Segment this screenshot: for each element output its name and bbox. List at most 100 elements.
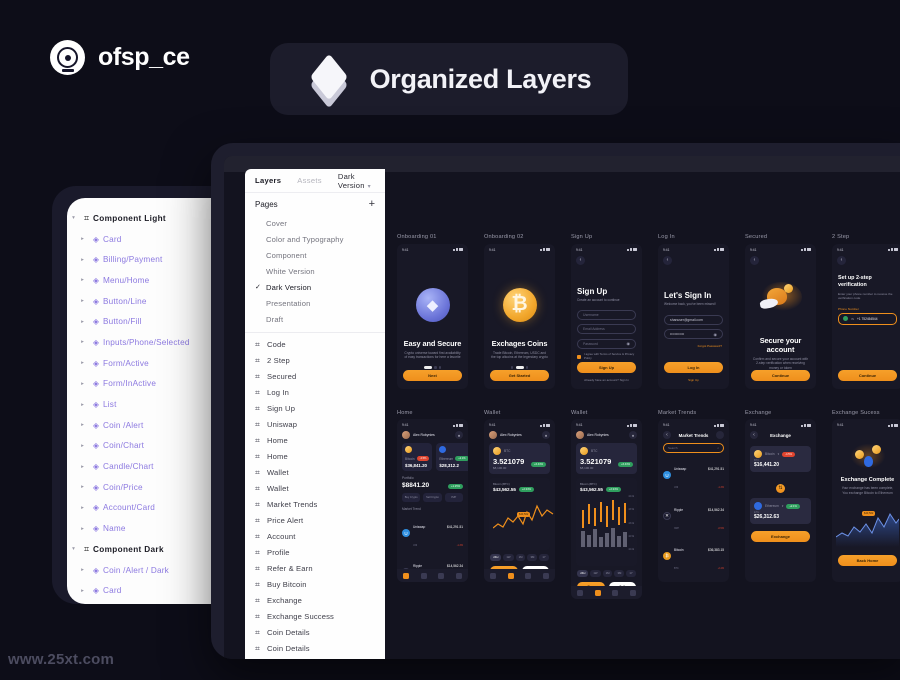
action-button[interactable]: Sell Crypto	[423, 493, 442, 502]
chevron-icon[interactable]: ▾	[67, 215, 80, 221]
tab-trends-icon[interactable]	[438, 572, 445, 579]
page-row[interactable]: ✓White Version	[245, 263, 385, 279]
chevron-icon[interactable]: ▸	[76, 505, 89, 511]
tab-profile-icon[interactable]	[456, 572, 463, 579]
range-option[interactable]: 24H	[490, 554, 502, 561]
tab-wallet-icon[interactable]	[507, 572, 514, 579]
chevron-down-icon[interactable]: ▾	[778, 452, 780, 456]
range-option[interactable]: 1W	[590, 570, 601, 577]
email-field[interactable]: shanuser@gmail.com	[664, 314, 723, 325]
page-row[interactable]: ✓Cover	[245, 215, 385, 231]
layer-row[interactable]: ⌗ Price Alert	[245, 512, 385, 528]
tab-bar[interactable]	[484, 569, 555, 582]
tab-profile-icon[interactable]	[543, 572, 550, 579]
screen-sign-up[interactable]: Sign Up 9:41 ‹ Sign Up Create an account…	[571, 234, 642, 389]
layer-row[interactable]: ⌗ Refer & Earn	[245, 560, 385, 576]
consent-checkbox[interactable]: I agree with Terms of Service & Privacy …	[577, 352, 636, 361]
tab-wallet-icon[interactable]	[594, 589, 601, 596]
screen-wallet-1[interactable]: Wallet 9:41 Alex Robynies ♦ BTC 3.521079…	[484, 410, 555, 600]
screen-secured[interactable]: Secured 9:41 ‹ Secure your account Confi…	[745, 234, 816, 389]
range-selector[interactable]: 24H 1W 1M 3M 1Y	[571, 570, 642, 577]
layer-row[interactable]: ⌗ Secured	[245, 368, 385, 384]
footer-link[interactable]: Sign Up	[658, 378, 729, 382]
chevron-icon[interactable]: ▸	[76, 339, 89, 345]
version-selector[interactable]: Dark Version ▾	[338, 172, 375, 190]
chevron-icon[interactable]: ▸	[76, 277, 89, 283]
page-row[interactable]: ✓Component	[245, 247, 385, 263]
chevron-icon[interactable]: ▸	[76, 402, 89, 408]
chevron-icon[interactable]: ▸	[76, 257, 89, 263]
page-row[interactable]: ✓ Dark Version	[245, 279, 385, 295]
screen-exchange-success[interactable]: Exchange Sucess 9:41 Exchange Complete Y…	[832, 410, 900, 600]
tab-profile-icon[interactable]	[630, 589, 637, 596]
layer-row[interactable]: ⌗ Wallet	[245, 464, 385, 480]
market-row[interactable]: U Uniswap UNI $41,291.51 -1.3%	[402, 515, 463, 551]
coin-row[interactable]: U Uniswap UNI $41,291.51 -1.3%	[658, 455, 729, 495]
exchange-from-card[interactable]: Bitcoin ▾ -4.5% BTC $16,441.20	[750, 446, 811, 472]
add-page-icon[interactable]: +	[369, 198, 375, 210]
tab-bar[interactable]	[571, 586, 642, 599]
layer-row[interactable]: ⌗ Home	[245, 432, 385, 448]
chevron-down-icon[interactable]: ▾	[782, 504, 784, 508]
cta-button[interactable]: Sign Up	[577, 361, 636, 373]
coin-row[interactable]: ◆EthereumETH$14,562.34-1.1%	[658, 576, 729, 582]
page-row[interactable]: ✓Color and Typography	[245, 231, 385, 247]
chevron-icon[interactable]: ▸	[76, 526, 89, 532]
screen-onboarding-02[interactable]: Onboarding 02 9:41 Exchages Coins Trade …	[484, 234, 555, 389]
layer-row[interactable]: ⌗ Exchange	[245, 592, 385, 608]
cta-button[interactable]: Continue	[838, 369, 897, 381]
layer-row[interactable]: ⌗ Profile	[245, 544, 385, 560]
layer-row[interactable]: ⌗ Buy Bitcoin	[245, 576, 385, 592]
chevron-icon[interactable]: ▸	[76, 381, 89, 387]
screen-market-trends[interactable]: Market Trends 9:41 ‹ Market Trends Searc…	[658, 410, 729, 600]
chevron-icon[interactable]: ▸	[76, 236, 89, 242]
chevron-icon[interactable]: ▸	[76, 443, 89, 449]
layer-row[interactable]: ⌗ 2 Step	[245, 352, 385, 368]
screen-wallet-2[interactable]: Wallet 9:41 Alex Robynies ♦ BTC 3.521079…	[571, 410, 642, 599]
action-button[interactable]: Buy Crypto	[402, 493, 421, 502]
range-option[interactable]: 24H	[577, 570, 589, 577]
username-field[interactable]: Username	[577, 309, 636, 320]
layer-row[interactable]: ⌗ Market Trends	[245, 496, 385, 512]
range-option[interactable]: 1Y	[626, 570, 636, 577]
back-icon[interactable]: ‹	[750, 255, 759, 265]
layer-row[interactable]: ⌗ Uniswap	[245, 416, 385, 432]
exchange-to-card[interactable]: Ethereum ▾ +2.1% ETH $26,312.63	[750, 498, 811, 524]
tab-bar[interactable]	[397, 569, 468, 582]
coin-row[interactable]: ✕ Ripple XRP $14,562.34 -0.5%	[658, 495, 729, 535]
notification-icon[interactable]: ♦	[542, 431, 550, 439]
range-option[interactable]: 3M	[614, 570, 625, 577]
layer-row[interactable]: ⌗ Home	[245, 448, 385, 464]
footer-link[interactable]: Already have an account? Sign In	[571, 378, 642, 382]
chevron-icon[interactable]: ▸	[76, 422, 89, 428]
coin-row[interactable]: ₿ Bitcoin BTC $36,383.15 -2.4%	[658, 536, 729, 576]
back-icon[interactable]: ‹	[750, 431, 758, 439]
back-icon[interactable]: ‹	[663, 431, 671, 439]
tab-home-icon[interactable]	[489, 572, 496, 579]
range-option[interactable]: 1W	[503, 554, 514, 561]
eye-icon[interactable]: ◉	[714, 332, 718, 337]
cta-button[interactable]: Exchange	[751, 531, 810, 542]
chevron-icon[interactable]: ▸	[76, 319, 89, 325]
back-icon[interactable]: ‹	[663, 255, 672, 265]
layer-row[interactable]: ⌗ Sign Up	[245, 400, 385, 416]
screen-onboarding-01[interactable]: Onboarding 01 9:41 Easy and Secure Crypt…	[397, 234, 468, 389]
range-selector[interactable]: 24H 1W 1M 3M 1Y	[484, 554, 555, 561]
back-icon[interactable]: ‹	[837, 255, 846, 265]
range-option[interactable]: 3M	[527, 554, 538, 561]
forgot-password-link[interactable]: Forgot Password?	[658, 344, 729, 348]
chevron-icon[interactable]: ▸	[76, 588, 89, 594]
screen-2-step[interactable]: 2 Step 9:41 ‹ Set up 2-step verification…	[832, 234, 900, 389]
page-row[interactable]: ✓Presentation	[245, 295, 385, 311]
phone-number-field[interactable]: IN +1 752454544	[838, 312, 897, 325]
swap-icon[interactable]: ⇅	[776, 483, 785, 493]
range-option[interactable]: 1M	[515, 554, 526, 561]
layer-row[interactable]: ⌗ Coin Details	[245, 624, 385, 640]
email-field[interactable]: Email Address	[577, 324, 636, 334]
layer-row[interactable]: ⌗ Exchange Success	[245, 608, 385, 624]
tab-layers[interactable]: Layers	[255, 176, 281, 185]
layer-row[interactable]: ⌗ Code	[245, 336, 385, 352]
notification-icon[interactable]: ♦	[629, 431, 637, 439]
panel-tabs[interactable]: Layers Assets Dark Version ▾	[245, 169, 385, 193]
layer-row[interactable]: ⌗ Account	[245, 528, 385, 544]
